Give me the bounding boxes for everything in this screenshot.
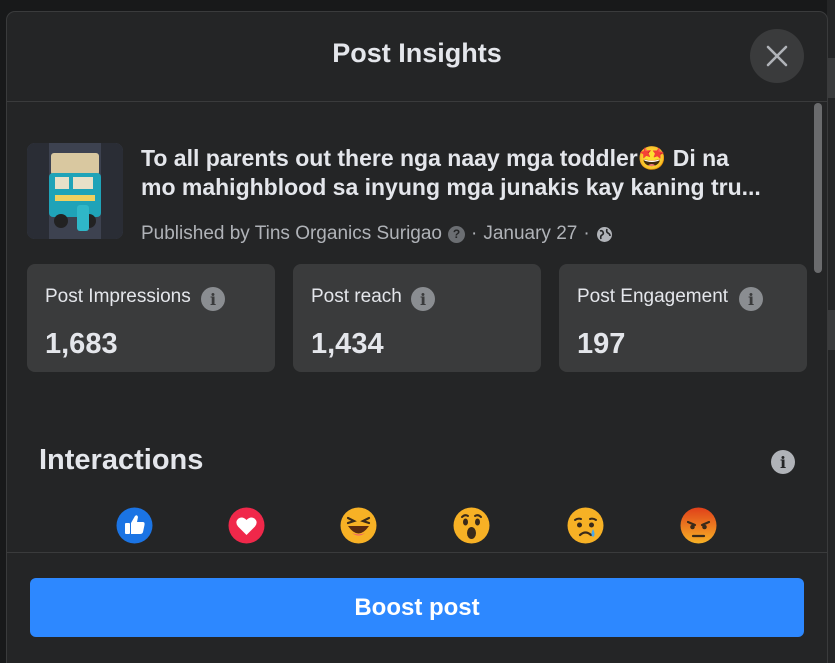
post-text[interactable]: To all parents out there nga naay mga to… [141, 144, 805, 202]
wow-icon [453, 507, 490, 544]
close-button[interactable] [750, 29, 804, 83]
dialog-header: Post Insights [7, 12, 827, 102]
stat-label: Post reach [311, 286, 402, 307]
like-icon [116, 507, 153, 544]
scrollbar-thumb[interactable] [814, 103, 822, 273]
haha-icon [340, 507, 377, 544]
info-icon[interactable]: i [771, 450, 795, 474]
stat-value: 197 [577, 328, 626, 360]
angry-icon [680, 507, 717, 544]
post-meta: Published by Tins Organics Surigao ? · J… [141, 223, 613, 245]
dialog-title: Post Insights [332, 38, 502, 68]
background-mark [827, 58, 835, 98]
info-icon[interactable]: i [739, 287, 763, 311]
post-thumbnail[interactable] [27, 143, 123, 239]
globe-icon [596, 226, 612, 242]
stat-label: Post Impressions [45, 286, 191, 307]
stat-card-reach: Post reach i 1,434 [293, 264, 541, 372]
toy-truck-image [27, 143, 123, 239]
interactions-title: Interactions [39, 444, 204, 476]
background-mark [827, 310, 835, 350]
stat-card-impressions: Post Impressions i 1,683 [27, 264, 275, 372]
boost-post-button[interactable]: Boost post [30, 578, 804, 637]
stat-value: 1,434 [311, 328, 384, 360]
close-icon [766, 45, 788, 67]
dialog-footer: Boost post [7, 552, 827, 663]
publisher-text: Published by Tins Organics Surigao [141, 223, 442, 244]
post-date[interactable]: January 27 [483, 223, 577, 245]
meta-separator: · [583, 223, 590, 244]
info-icon[interactable]: i [201, 287, 225, 311]
help-icon[interactable]: ? [448, 225, 465, 243]
love-icon [228, 507, 265, 544]
info-icon[interactable]: i [411, 287, 435, 311]
post-insights-dialog: Post Insights To all parents out there n… [7, 12, 827, 663]
stat-value: 1,683 [45, 328, 118, 360]
scrollbar[interactable] [812, 101, 824, 553]
stat-card-engagement: Post Engagement i 197 [559, 264, 807, 372]
meta-separator: · [471, 223, 478, 244]
sad-icon [567, 507, 604, 544]
stat-label: Post Engagement [577, 286, 729, 307]
background-strip [827, 0, 835, 663]
